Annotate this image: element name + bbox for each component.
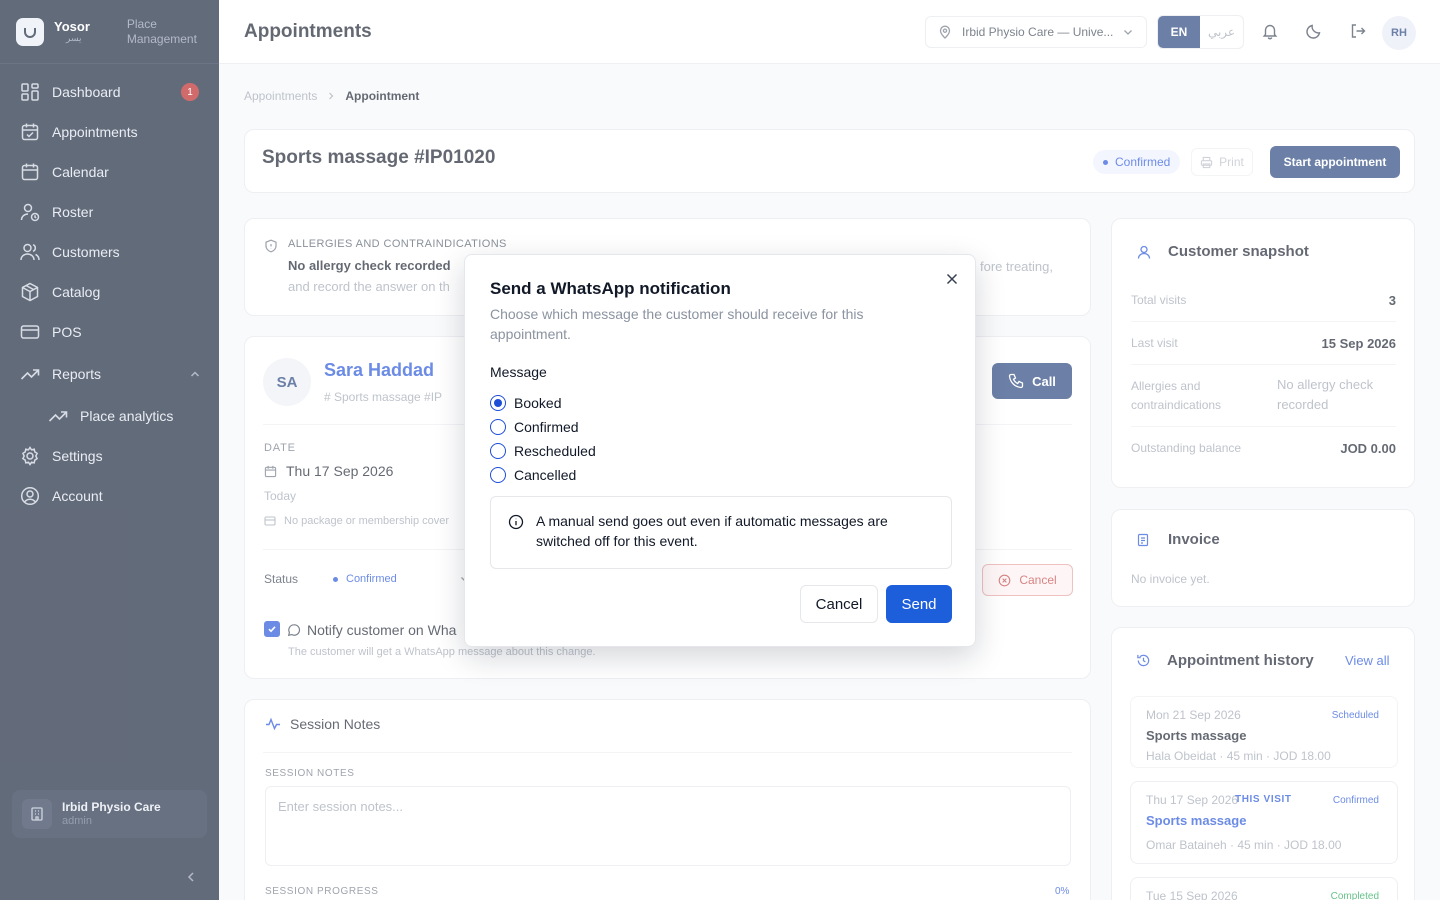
radio-option-rescheduled[interactable]: Rescheduled	[490, 442, 596, 460]
radio-option-cancelled[interactable]: Cancelled	[490, 466, 576, 484]
send-button[interactable]: Send	[886, 585, 952, 623]
message-label: Message	[490, 364, 547, 380]
whatsapp-notification-dialog: Send a WhatsApp notification Choose whic…	[464, 254, 976, 647]
info-text: A manual send goes out even if automatic…	[536, 513, 888, 549]
dialog-title: Send a WhatsApp notification	[490, 279, 731, 298]
cancel-button[interactable]: Cancel	[800, 585, 878, 623]
close-icon[interactable]	[944, 271, 960, 287]
info-callout: A manual send goes out even if automatic…	[490, 496, 952, 569]
radio-unselected[interactable]	[490, 467, 506, 483]
radio-unselected[interactable]	[490, 419, 506, 435]
radio-option-booked[interactable]: Booked	[490, 394, 561, 412]
radio-selected[interactable]	[490, 395, 506, 411]
radio-unselected[interactable]	[490, 443, 506, 459]
radio-option-confirmed[interactable]: Confirmed	[490, 418, 579, 436]
dialog-description: Choose which message the customer should…	[490, 306, 864, 342]
info-icon	[508, 514, 524, 530]
